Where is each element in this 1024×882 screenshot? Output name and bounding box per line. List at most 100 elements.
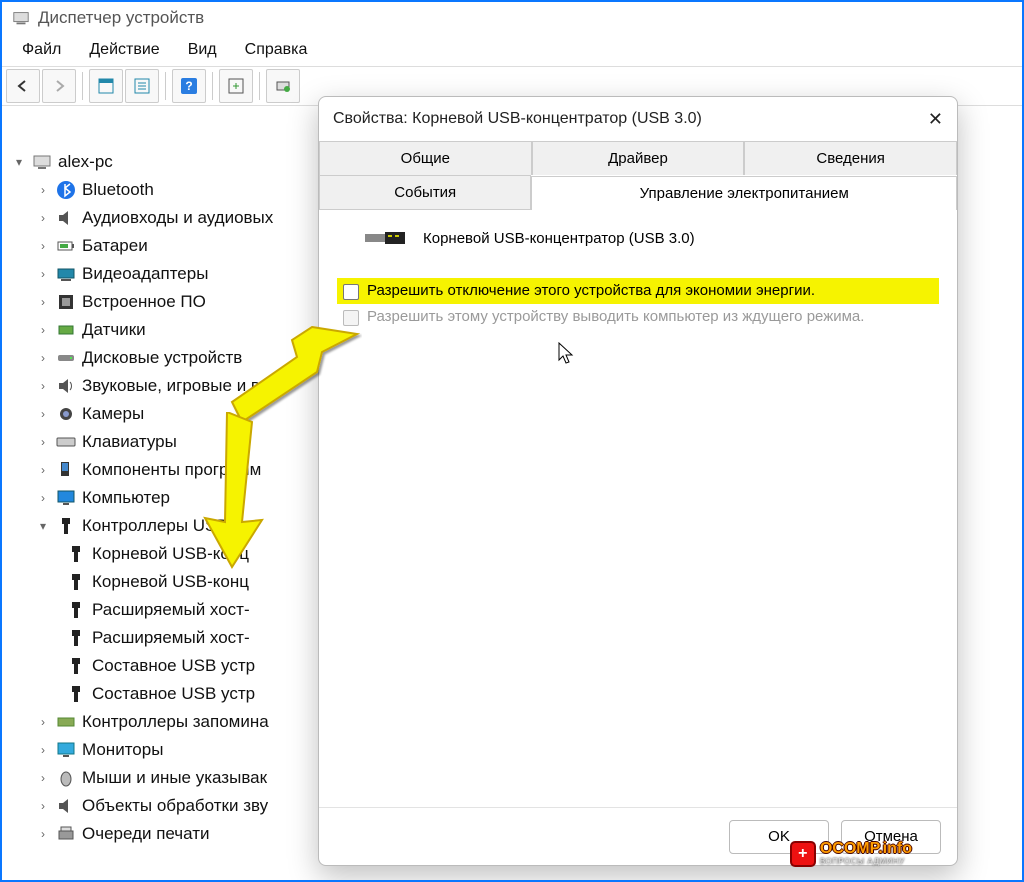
menu-help[interactable]: Справка [231, 37, 322, 63]
tree-item[interactable]: Контроллеры USB [82, 516, 228, 536]
tree-item[interactable]: Камеры [82, 404, 144, 424]
toolbar-btn-1[interactable] [89, 69, 123, 103]
tab-power-mgmt[interactable]: Управление электропитанием [531, 176, 957, 210]
tree-item[interactable]: Датчики [82, 320, 146, 340]
tree-item[interactable]: Составное USB устр [92, 656, 255, 676]
tree-item[interactable]: Корневой USB-конц [92, 544, 249, 564]
toolbar-btn-2[interactable] [125, 69, 159, 103]
tree-item[interactable]: Мониторы [82, 740, 163, 760]
tree-root[interactable]: alex-pc [58, 152, 113, 172]
tab-details[interactable]: Сведения [744, 141, 957, 175]
audio-icon [56, 208, 76, 228]
mouse-icon [56, 768, 76, 788]
titlebar: Диспетчер устройств [2, 2, 1022, 34]
tree-item[interactable]: Батареи [82, 236, 148, 256]
toolbar-btn-4[interactable] [266, 69, 300, 103]
chevron-right-icon[interactable]: › [36, 771, 50, 785]
chevron-right-icon[interactable]: › [36, 351, 50, 365]
chevron-right-icon[interactable]: › [36, 407, 50, 421]
chevron-right-icon[interactable]: › [36, 799, 50, 813]
device-header: Корневой USB-концентратор (USB 3.0) [365, 228, 939, 248]
tree-item[interactable]: Звуковые, игровые и ви [82, 376, 269, 396]
nav-fwd-button[interactable] [42, 69, 76, 103]
tree-item[interactable]: Компьютер [82, 488, 170, 508]
dialog-tabs: Общие Драйвер Сведения События Управлени… [319, 141, 957, 210]
tree-item[interactable]: Клавиатуры [82, 432, 177, 452]
tree-item[interactable]: Расширяемый хост- [92, 628, 250, 648]
nav-back-button[interactable] [6, 69, 40, 103]
watermark-text: OCOMP.info [820, 841, 912, 857]
battery-icon [56, 236, 76, 256]
checkbox-icon[interactable] [343, 284, 359, 300]
chevron-right-icon[interactable]: › [36, 435, 50, 449]
usb-plug-icon [365, 228, 409, 248]
display-adapter-icon [56, 264, 76, 284]
menubar: Файл Действие Вид Справка [2, 34, 1022, 66]
usb-icon [66, 544, 86, 564]
menu-action[interactable]: Действие [75, 37, 173, 63]
usb-icon [66, 684, 86, 704]
window-title: Диспетчер устройств [38, 8, 204, 28]
firmware-icon [56, 292, 76, 312]
toolbar-sep [82, 72, 83, 100]
toolbar-sep [165, 72, 166, 100]
tree-item[interactable]: Очереди печати [82, 824, 210, 844]
print-queue-icon [56, 824, 76, 844]
menu-view[interactable]: Вид [174, 37, 231, 63]
chevron-right-icon[interactable]: › [36, 239, 50, 253]
computer-icon [32, 152, 52, 172]
software-component-icon [56, 460, 76, 480]
sound-icon [56, 376, 76, 396]
devmgr-icon [12, 9, 30, 27]
chevron-right-icon[interactable]: › [36, 379, 50, 393]
chevron-down-icon[interactable]: ▾ [36, 519, 50, 533]
plus-icon: + [792, 843, 814, 865]
tab-general[interactable]: Общие [319, 141, 532, 175]
tree-item[interactable]: Аудиовходы и аудиовых [82, 208, 273, 228]
tree-item[interactable]: Встроенное ПО [82, 292, 206, 312]
chevron-right-icon[interactable]: › [36, 211, 50, 225]
chevron-down-icon[interactable]: ▾ [12, 155, 26, 169]
chevron-right-icon[interactable]: › [36, 295, 50, 309]
chevron-right-icon[interactable]: › [36, 267, 50, 281]
chevron-right-icon[interactable]: › [36, 743, 50, 757]
camera-icon [56, 404, 76, 424]
dialog-title: Свойства: Корневой USB-концентратор (USB… [333, 110, 702, 128]
chevron-right-icon[interactable]: › [36, 323, 50, 337]
toolbar-sep [212, 72, 213, 100]
tree-item[interactable]: Корневой USB-конц [92, 572, 249, 592]
close-icon[interactable]: ✕ [928, 109, 943, 130]
usb-icon [66, 628, 86, 648]
sensor-icon [56, 320, 76, 340]
usb-icon [66, 656, 86, 676]
usb-controller-icon [56, 516, 76, 536]
chevron-right-icon[interactable]: › [36, 491, 50, 505]
tree-item[interactable]: Мыши и иные указывак [82, 768, 267, 788]
tree-item[interactable]: Объекты обработки зву [82, 796, 268, 816]
option-label: Разрешить отключение этого устройства дл… [367, 282, 815, 299]
tree-item[interactable]: Bluetooth [82, 180, 154, 200]
tab-events[interactable]: События [319, 175, 531, 209]
pc-icon [56, 488, 76, 508]
option-label: Разрешить этому устройству выводить комп… [367, 308, 864, 325]
device-name: Корневой USB-концентратор (USB 3.0) [423, 230, 695, 247]
chevron-right-icon[interactable]: › [36, 715, 50, 729]
menu-file[interactable]: Файл [8, 37, 75, 63]
tree-item[interactable]: Расширяемый хост- [92, 600, 250, 620]
chevron-right-icon[interactable]: › [36, 827, 50, 841]
app-window: Диспетчер устройств Файл Действие Вид Сп… [0, 0, 1024, 882]
chevron-right-icon[interactable]: › [36, 463, 50, 477]
checkbox-icon [343, 310, 359, 326]
toolbar-help-button[interactable]: ? [172, 69, 206, 103]
option-allow-power-off[interactable]: Разрешить отключение этого устройства дл… [337, 278, 939, 304]
tree-item[interactable]: Контроллеры запомина [82, 712, 269, 732]
toolbar-sep [259, 72, 260, 100]
chevron-right-icon[interactable]: › [36, 183, 50, 197]
tab-driver[interactable]: Драйвер [532, 141, 745, 175]
toolbar-btn-3[interactable] [219, 69, 253, 103]
tree-item[interactable]: Компоненты программ [82, 460, 261, 480]
storage-controller-icon [56, 712, 76, 732]
tree-item[interactable]: Видеоадаптеры [82, 264, 208, 284]
tree-item[interactable]: Дисковые устройств [82, 348, 242, 368]
tree-item[interactable]: Составное USB устр [92, 684, 255, 704]
